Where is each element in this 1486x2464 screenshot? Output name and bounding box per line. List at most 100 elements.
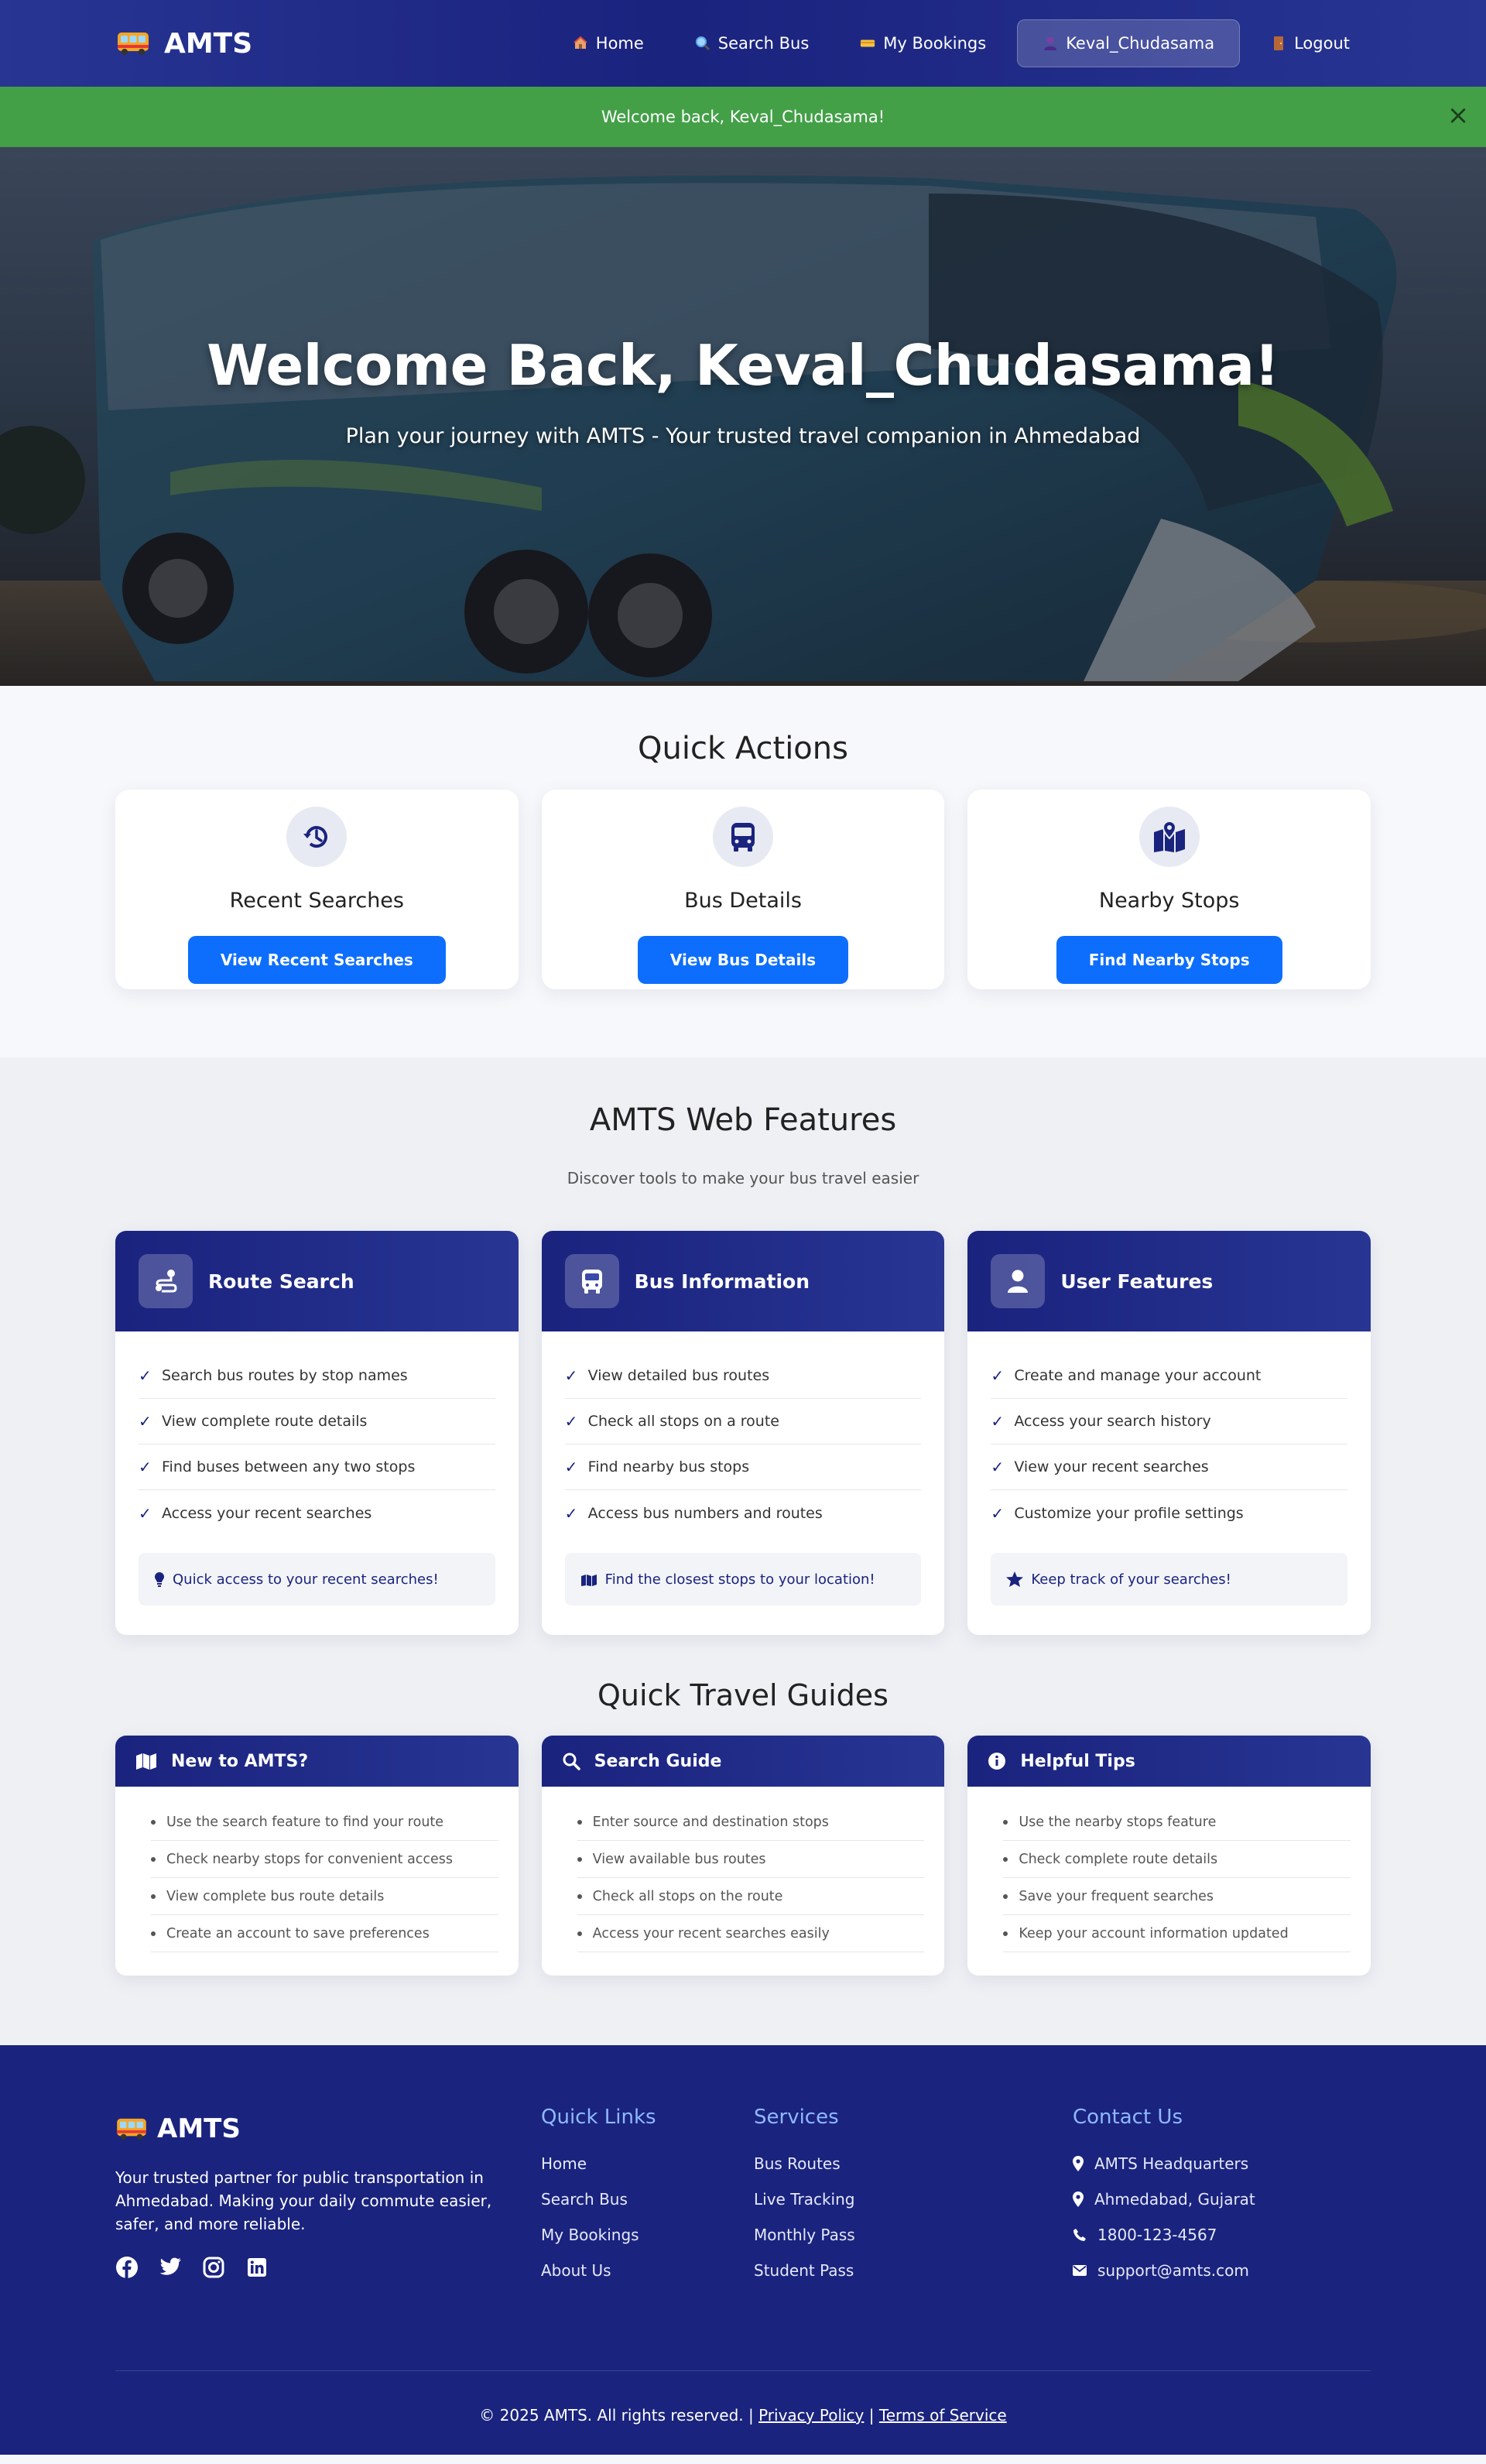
footer-link-monthly-pass[interactable]: Monthly Pass <box>754 2217 1073 2253</box>
features-subtitle: Discover tools to make your bus travel e… <box>567 1169 919 1187</box>
search-guide-card: Search Guide Enter source and destinatio… <box>541 1736 945 1976</box>
phone-icon <box>1073 2229 1086 2241</box>
info-icon <box>988 1753 1006 1770</box>
list-item: ✓ Customize your profile settings <box>991 1490 1347 1536</box>
list-item-text: Customize your profile settings <box>1014 1504 1244 1522</box>
close-icon[interactable]: × <box>1444 102 1472 130</box>
footer-link-about-us[interactable]: About Us <box>541 2253 754 2288</box>
footer-divider <box>115 2370 1371 2371</box>
nav-my-bookings-label: My Bookings <box>883 34 987 53</box>
footer-link-bus-routes[interactable]: Bus Routes <box>754 2146 1073 2181</box>
find-nearby-stops-button[interactable]: Find Nearby Stops <box>1056 936 1282 984</box>
recent-searches-card: Recent Searches View Recent Searches <box>115 790 519 989</box>
list-item: ✓ Access your recent searches <box>139 1490 495 1536</box>
brand-name: AMTS <box>164 27 253 60</box>
terms-of-service-link[interactable]: Terms of Service <box>879 2406 1007 2425</box>
nav-home[interactable]: Home <box>553 20 664 67</box>
bus-information-card: Bus Information ✓ View detailed bus route… <box>541 1231 945 1635</box>
guides-title: Quick Travel Guides <box>597 1678 889 1712</box>
footer-link-live-tracking[interactable]: Live Tracking <box>754 2181 1073 2217</box>
social-links <box>115 2256 541 2279</box>
search-guide-header: Search Guide <box>541 1736 945 1787</box>
nav-my-bookings[interactable]: My Bookings <box>840 20 1006 67</box>
bus-information-note-text: Find the closest stops to your location! <box>604 1571 875 1588</box>
list-item-text: Create and manage your account <box>1014 1367 1262 1384</box>
list-item: ✓ Search bus routes by stop names <box>139 1353 495 1399</box>
helpful-tips-list: Use the nearby stops feature Check compl… <box>967 1787 1371 1952</box>
features-title: AMTS Web Features <box>589 1102 897 1138</box>
new-to-amts-title: New to AMTS? <box>171 1751 309 1771</box>
user-features-note: Keep track of your searches! <box>991 1553 1348 1606</box>
check-icon: ✓ <box>139 1412 152 1431</box>
nav-logout[interactable]: Logout <box>1251 20 1370 67</box>
check-icon: ✓ <box>564 1503 578 1523</box>
privacy-policy-link[interactable]: Privacy Policy <box>758 2406 864 2425</box>
contact-email[interactable]: support@amts.com <box>1073 2253 1255 2288</box>
list-item: Use the search feature to find your rout… <box>151 1804 498 1841</box>
footer-link-search-bus[interactable]: Search Bus <box>541 2181 754 2217</box>
twitter-icon[interactable] <box>159 2256 182 2279</box>
check-icon: ✓ <box>564 1458 578 1476</box>
route-search-title: Route Search <box>208 1270 354 1293</box>
footer-link-my-bookings[interactable]: My Bookings <box>541 2217 754 2253</box>
hero-content: Welcome Back, Keval_Chudasama! Plan your… <box>0 333 1486 448</box>
list-item: Check complete route details <box>1003 1841 1351 1878</box>
nav-home-label: Home <box>595 34 644 53</box>
contact-city: Ahmedabad, Gujarat <box>1073 2181 1255 2217</box>
quick-actions-title: Quick Actions <box>638 731 848 766</box>
footer-description: Your trusted partner for public transpor… <box>115 2168 492 2233</box>
check-icon: ✓ <box>139 1366 152 1385</box>
door-icon <box>1271 36 1286 51</box>
list-item: Create an account to save preferences <box>151 1915 498 1952</box>
contact-text: support@amts.com <box>1097 2261 1249 2280</box>
list-item-text: Search bus routes by stop names <box>162 1367 408 1384</box>
nav-search-bus[interactable]: Search Bus <box>675 20 829 67</box>
hero-subtitle: Plan your journey with AMTS - Your trust… <box>345 424 1141 448</box>
nearby-stops-card: Nearby Stops Find Nearby Stops <box>967 790 1371 989</box>
list-item: ✓ View detailed bus routes <box>564 1353 922 1399</box>
instagram-icon[interactable] <box>202 2256 225 2279</box>
contact-phone[interactable]: 1800-123-4567 <box>1073 2217 1255 2253</box>
footer-link-student-pass[interactable]: Student Pass <box>754 2253 1073 2288</box>
services-heading: Services <box>754 2106 839 2129</box>
search-icon <box>563 1753 580 1770</box>
list-item: ✓ View complete route details <box>139 1399 495 1444</box>
list-item: Check all stops on the route <box>577 1878 925 1915</box>
location-icon <box>1073 2192 1084 2207</box>
footer-quick-links: Quick Links Home Search Bus My Bookings … <box>541 2106 754 2288</box>
copyright-bar: © 2025 AMTS. All rights reserved. | Priv… <box>0 2406 1486 2425</box>
list-item: ✓ Find buses between any two stops <box>139 1444 495 1490</box>
nav-user-profile[interactable]: Keval_Chudasama <box>1017 19 1241 67</box>
brand-logo[interactable]: AMTS <box>116 28 252 60</box>
user-icon <box>991 1254 1046 1308</box>
map-icon <box>136 1753 156 1770</box>
helpful-tips-title: Helpful Tips <box>1020 1751 1135 1771</box>
footer-link-home[interactable]: Home <box>541 2146 754 2181</box>
list-item: ✓ Create and manage your account <box>991 1353 1348 1399</box>
nav-links: Home Search Bus My Bookings Keval_Chudas… <box>553 19 1370 67</box>
hero-banner: Welcome Back, Keval_Chudasama! Plan your… <box>0 147 1486 686</box>
view-bus-details-button[interactable]: View Bus Details <box>637 936 849 984</box>
list-item-text: Access your recent searches <box>162 1504 372 1522</box>
site-footer: AMTS Your trusted partner for public tra… <box>0 2045 1486 2455</box>
user-features-card: User Features ✓ Create and manage your ac… <box>967 1231 1371 1635</box>
list-item: ✓ Check all stops on a route <box>564 1399 922 1444</box>
contact-text: AMTS Headquarters <box>1094 2154 1249 2173</box>
linkedin-icon[interactable] <box>245 2256 269 2279</box>
bus-logo-icon <box>118 33 149 55</box>
bus-information-title: Bus Information <box>634 1270 810 1293</box>
view-recent-searches-button[interactable]: View Recent Searches <box>187 936 446 984</box>
list-item: Save your frequent searches <box>1003 1878 1351 1915</box>
facebook-icon[interactable] <box>115 2256 139 2279</box>
new-to-amts-header: New to AMTS? <box>115 1736 519 1787</box>
bus-icon <box>713 807 773 867</box>
footer-brand-name: AMTS <box>157 2113 241 2144</box>
bus-details-card: Bus Details View Bus Details <box>541 790 945 989</box>
search-guide-title: Search Guide <box>594 1751 722 1771</box>
list-item: View available bus routes <box>577 1841 925 1878</box>
check-icon: ✓ <box>139 1458 152 1476</box>
helpful-tips-card: Helpful Tips Use the nearby stops featur… <box>967 1736 1371 1976</box>
nav-search-bus-label: Search Bus <box>717 34 810 53</box>
list-item: Check nearby stops for convenient access <box>151 1841 498 1878</box>
route-icon <box>139 1254 193 1308</box>
